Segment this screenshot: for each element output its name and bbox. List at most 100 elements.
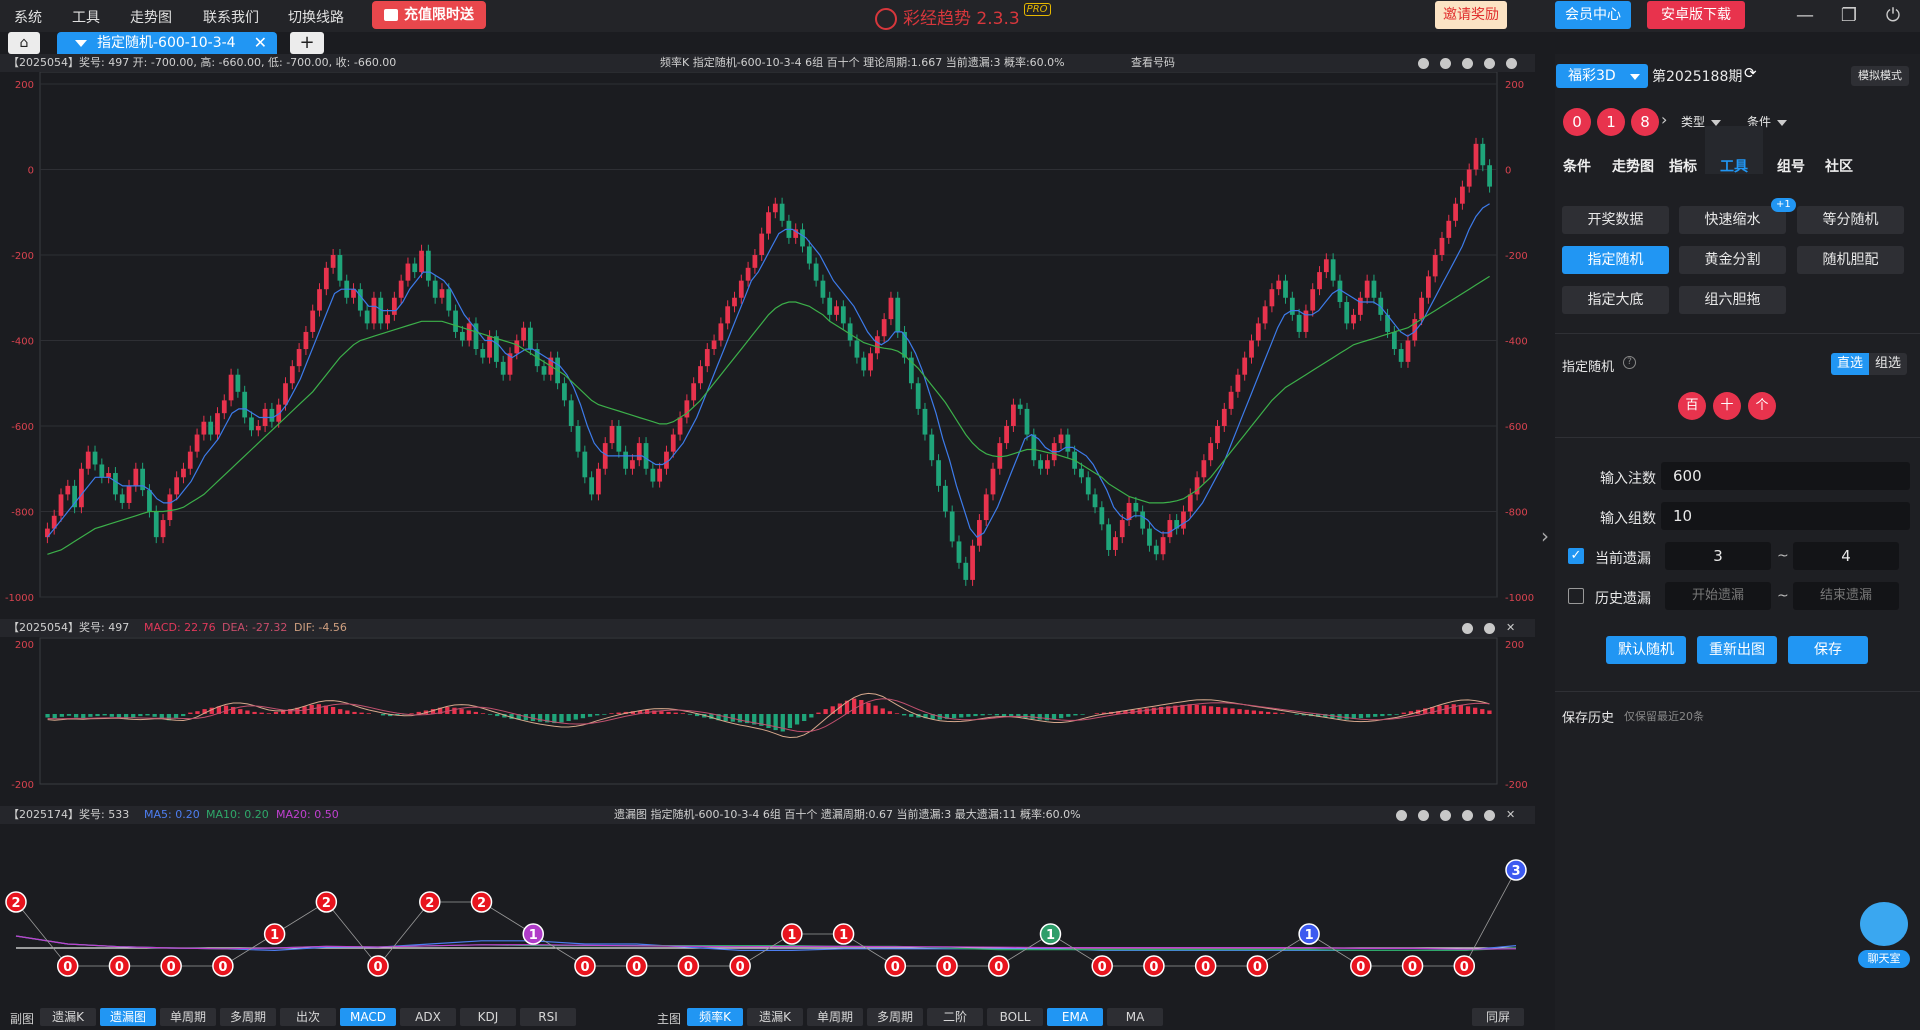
candle-body [942, 485, 948, 512]
same-screen-button[interactable]: 同屏 [1472, 1008, 1524, 1026]
tab-trend[interactable]: 走势图 [1612, 156, 1654, 176]
settings-icon[interactable] [1484, 810, 1495, 821]
candle-body [623, 451, 629, 469]
mainchart-btn-2[interactable]: 单周期 [807, 1008, 863, 1026]
direct-mode-button[interactable]: 直选 [1831, 353, 1869, 375]
subchart-btn-0[interactable]: 遗漏K [40, 1008, 96, 1026]
mainchart-btn-6[interactable]: EMA [1047, 1008, 1103, 1026]
pin-icon[interactable] [1462, 623, 1473, 634]
close-icon[interactable]: ✕ [1506, 619, 1515, 637]
edit-icon[interactable] [1418, 810, 1429, 821]
add-tab-button[interactable]: + [290, 32, 324, 54]
lookup-number-button[interactable]: 查看号码 [1131, 54, 1175, 72]
minimize-icon[interactable]: — [1790, 4, 1820, 28]
kline-header: 【2025054】奖号: 497 开: -700.00, 高: -660.00,… [0, 54, 1535, 72]
power-icon[interactable]: ⏻ [1878, 4, 1908, 28]
down-icon[interactable] [1462, 810, 1473, 821]
golden-split-button[interactable]: 黄金分割 [1679, 246, 1786, 274]
redraw-button[interactable]: 重新出图 [1697, 636, 1777, 664]
subchart-btn-4[interactable]: 出次 [280, 1008, 336, 1026]
mainchart-btn-7[interactable]: MA [1107, 1008, 1163, 1026]
refresh-icon[interactable]: ⟳ [1744, 64, 1757, 82]
menu-contact[interactable]: 联系我们 [203, 7, 259, 27]
history-miss-end-input[interactable]: 结束遗漏 [1793, 582, 1899, 610]
specified-random-button[interactable]: 指定随机 [1562, 246, 1669, 274]
groups-input[interactable]: 10 [1661, 502, 1910, 530]
subchart-btn-1[interactable]: 遗漏图 [100, 1008, 156, 1026]
chevron-right-icon[interactable]: › [1661, 110, 1667, 129]
equal-random-button[interactable]: 等分随机 [1797, 206, 1904, 234]
restore-icon[interactable]: ❐ [1834, 4, 1864, 28]
mainchart-btn-1[interactable]: 遗漏K [747, 1008, 803, 1026]
subchart-btn-7[interactable]: KDJ [460, 1008, 516, 1026]
pin-icon[interactable] [1440, 58, 1451, 69]
menu-system[interactable]: 系统 [14, 7, 42, 27]
current-miss-to-input[interactable]: 4 [1793, 542, 1899, 570]
subchart-btn-2[interactable]: 单周期 [160, 1008, 216, 1026]
settings-icon[interactable] [1484, 623, 1495, 634]
member-center-button[interactable]: 会员中心 [1555, 1, 1631, 29]
menu-trend[interactable]: 走势图 [130, 7, 172, 27]
position-ten[interactable]: 十 [1713, 392, 1741, 420]
settings-icon[interactable] [1506, 58, 1517, 69]
history-miss-checkbox[interactable] [1568, 588, 1584, 604]
menu-tools[interactable]: 工具 [72, 7, 100, 27]
current-miss-checkbox[interactable]: ✓ [1568, 548, 1584, 564]
lottery-select[interactable]: 福彩3D [1556, 64, 1648, 88]
close-icon[interactable]: ✕ [1506, 806, 1515, 824]
invite-button[interactable]: 邀请奖励 [1435, 1, 1507, 29]
down-icon[interactable] [1484, 58, 1495, 69]
mainchart-btn-4[interactable]: 二阶 [927, 1008, 983, 1026]
tab-bar: ⌂ 指定随机-600-10-3-4 ✕ + [0, 32, 1555, 54]
history-miss-start-input[interactable]: 开始遗漏 [1665, 582, 1771, 610]
current-miss-from-input[interactable]: 3 [1665, 542, 1771, 570]
dropdown-icon[interactable] [75, 40, 87, 47]
tab-community[interactable]: 社区 [1825, 156, 1853, 176]
candle-body [167, 494, 173, 521]
pin-icon[interactable] [1396, 810, 1407, 821]
edit-icon[interactable] [1418, 58, 1429, 69]
candle-body [153, 511, 159, 538]
draw-data-button[interactable]: 开奖数据 [1562, 206, 1669, 234]
up-icon[interactable] [1462, 58, 1473, 69]
up-icon[interactable] [1440, 810, 1451, 821]
group6-button[interactable]: 组六胆拖 [1679, 286, 1786, 314]
subchart-btn-5[interactable]: MACD [340, 1008, 396, 1026]
mainchart-btn-5[interactable]: BOLL [987, 1008, 1043, 1026]
app-title: 彩经趋势 2.3.3 PRO [875, 3, 1051, 30]
tab-condition[interactable]: 条件 [1563, 156, 1591, 176]
candle-body [106, 473, 112, 478]
candle-body [895, 297, 901, 332]
android-download-button[interactable]: 安卓版下载 [1647, 1, 1745, 29]
position-unit[interactable]: 个 [1748, 392, 1776, 420]
tab-indicator[interactable]: 指标 [1669, 156, 1697, 176]
mainchart-btn-3[interactable]: 多周期 [867, 1008, 923, 1026]
candle-body [691, 383, 697, 401]
specified-base-button[interactable]: 指定大底 [1562, 286, 1669, 314]
menu-switch-line[interactable]: 切换线路 [288, 7, 344, 27]
help-icon[interactable]: ? [1623, 356, 1636, 369]
close-icon[interactable]: ✕ [254, 32, 267, 54]
charts-svg: 200 2000 0-200 -200-400 -400-600 -600-800 -800… [0, 54, 1535, 1001]
tab-active[interactable]: 指定随机-600-10-3-4 ✕ [57, 32, 277, 54]
tab-group[interactable]: 组号 [1777, 156, 1805, 176]
recharge-label: 充值限时送 [404, 7, 474, 23]
recharge-button[interactable]: 充值限时送 [372, 1, 486, 29]
subchart-btn-6[interactable]: ADX [400, 1008, 456, 1026]
candle-body [1276, 280, 1282, 290]
quick-reduce-button[interactable]: 快速缩水 [1679, 206, 1786, 234]
save-button[interactable]: 保存 [1788, 636, 1868, 664]
home-icon[interactable]: ⌂ [8, 32, 40, 54]
random-banker-button[interactable]: 随机胆配 [1797, 246, 1904, 274]
simulate-mode-button[interactable]: 模拟模式 [1851, 66, 1909, 86]
chatroom-button[interactable]: 聊天室 [1858, 902, 1910, 974]
tab-tools[interactable]: 工具 [1720, 156, 1748, 176]
position-hundred[interactable]: 百 [1678, 392, 1706, 420]
mainchart-btn-0[interactable]: 频率K [687, 1008, 743, 1026]
default-random-button[interactable]: 默认随机 [1606, 636, 1686, 664]
group-mode-button[interactable]: 组选 [1869, 353, 1907, 375]
collapse-panel-icon[interactable]: › [1535, 524, 1555, 554]
subchart-btn-8[interactable]: RSI [520, 1008, 576, 1026]
subchart-btn-3[interactable]: 多周期 [220, 1008, 276, 1026]
bets-input[interactable]: 600 [1661, 462, 1910, 490]
